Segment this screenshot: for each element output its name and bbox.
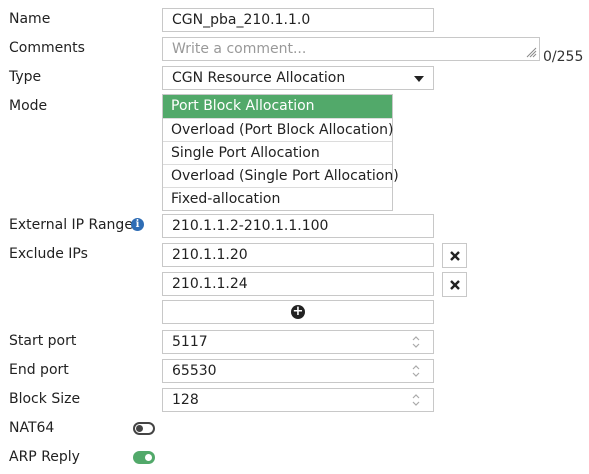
mode-option-fixed-allocation[interactable]: Fixed-allocation	[163, 187, 392, 210]
mode-options-list: Port Block Allocation Overload (Port Blo…	[162, 94, 399, 211]
block-size-label: Block Size	[9, 391, 81, 407]
nat64-toggle[interactable]	[133, 422, 155, 435]
type-select[interactable]: CGN Resource Allocation	[162, 66, 434, 90]
close-icon	[449, 250, 460, 261]
external-ip-range-input[interactable]: 210.1.1.2-210.1.1.100	[162, 214, 434, 238]
nat64-label: NAT64	[9, 420, 55, 436]
end-port-value: 65530	[172, 363, 217, 379]
mode-option-single-port-allocation[interactable]: Single Port Allocation	[163, 141, 392, 164]
block-size-input[interactable]: 128	[162, 388, 434, 412]
name-label: Name	[9, 11, 51, 27]
resize-grip-icon[interactable]	[525, 46, 537, 58]
toggle-knob	[145, 454, 152, 461]
type-value: CGN Resource Allocation	[172, 70, 346, 86]
comments-textarea[interactable]: Write a comment...	[162, 37, 540, 61]
remove-exclude-ip-button[interactable]	[442, 243, 467, 268]
toggle-knob	[136, 425, 143, 432]
mode-option-port-block-allocation[interactable]: Port Block Allocation	[163, 95, 392, 118]
chevron-down-icon	[414, 76, 424, 82]
end-port-label: End port	[9, 362, 69, 378]
start-port-input[interactable]: 5117	[162, 330, 434, 354]
mode-option-overload-single-port-allocation[interactable]: Overload (Single Port Allocation)	[163, 164, 399, 187]
comments-counter: 0/255	[543, 49, 584, 65]
start-port-label: Start port	[9, 333, 77, 349]
number-spinner-icon[interactable]	[411, 363, 421, 379]
end-port-input[interactable]: 65530	[162, 359, 434, 383]
name-input[interactable]: CGN_pba_210.1.1.0	[162, 8, 434, 32]
arp-reply-label: ARP Reply	[9, 449, 80, 465]
comments-placeholder: Write a comment...	[172, 41, 307, 57]
type-label: Type	[9, 69, 42, 85]
external-ip-range-label: External IP Range	[9, 217, 133, 233]
mode-option-overload-port-block-allocation[interactable]: Overload (Port Block Allocation)	[163, 118, 394, 141]
plus-circle-icon: +	[291, 304, 305, 319]
remove-exclude-ip-button[interactable]	[442, 272, 467, 297]
exclude-ips-label: Exclude IPs	[9, 246, 88, 262]
close-icon	[449, 279, 460, 290]
comments-label: Comments	[9, 40, 85, 56]
number-spinner-icon[interactable]	[411, 392, 421, 408]
add-exclude-ip-button[interactable]: +	[162, 300, 434, 324]
block-size-value: 128	[172, 392, 199, 408]
exclude-ip-input[interactable]: 210.1.1.20	[162, 243, 434, 267]
number-spinner-icon[interactable]	[411, 334, 421, 350]
mode-label: Mode	[9, 98, 48, 114]
exclude-ip-input[interactable]: 210.1.1.24	[162, 272, 434, 296]
start-port-value: 5117	[172, 334, 208, 350]
arp-reply-toggle[interactable]	[133, 451, 155, 464]
info-icon[interactable]: i	[131, 218, 144, 231]
